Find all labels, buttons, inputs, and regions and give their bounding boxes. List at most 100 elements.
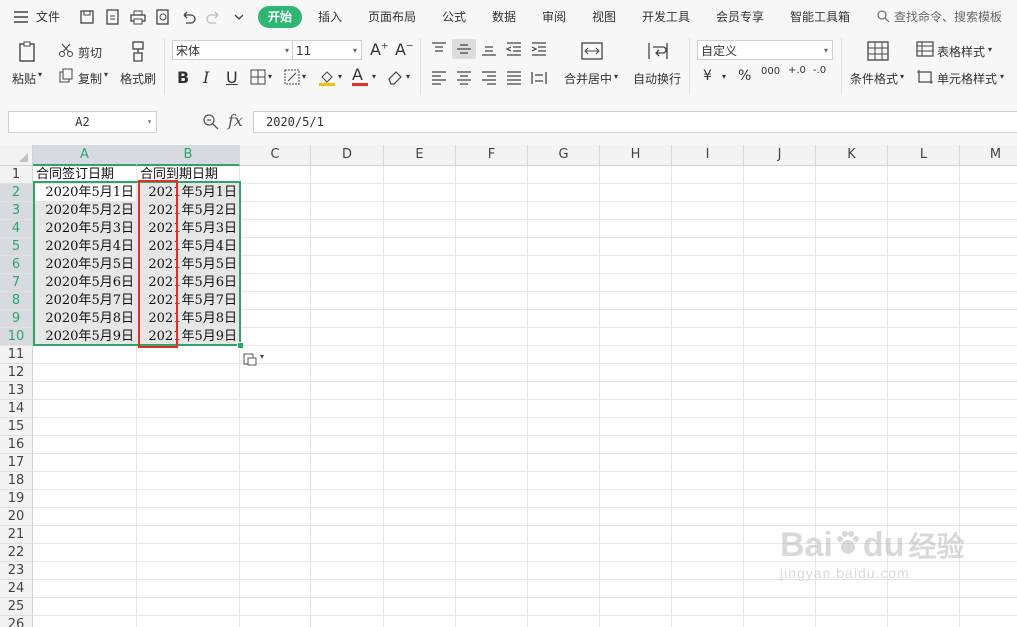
cell-h23[interactable] — [600, 562, 672, 580]
cell-f25[interactable] — [456, 598, 528, 616]
cell-c1[interactable] — [240, 166, 311, 184]
cell-l2[interactable] — [888, 184, 960, 202]
currency-button[interactable]: ¥ — [703, 68, 712, 84]
cell-g15[interactable] — [528, 418, 600, 436]
cell-c19[interactable] — [240, 490, 311, 508]
cell-g23[interactable] — [528, 562, 600, 580]
cell-f19[interactable] — [456, 490, 528, 508]
percent-button[interactable]: % — [738, 68, 751, 84]
cell-a16[interactable] — [33, 436, 137, 454]
cell-j2[interactable] — [744, 184, 816, 202]
cell-i5[interactable] — [672, 238, 744, 256]
cell-b13[interactable] — [137, 382, 240, 400]
cell-d11[interactable] — [311, 346, 384, 364]
table-style-button[interactable]: 表格样式 — [937, 43, 985, 60]
cell-l13[interactable] — [888, 382, 960, 400]
cell-g12[interactable] — [528, 364, 600, 382]
cell-i16[interactable] — [672, 436, 744, 454]
cell-e26[interactable] — [384, 616, 456, 627]
cell-m18[interactable] — [960, 472, 1017, 490]
cell-g18[interactable] — [528, 472, 600, 490]
cell-h18[interactable] — [600, 472, 672, 490]
cell-b5[interactable]: 2021年5月4日 — [137, 238, 240, 256]
cell-d20[interactable] — [311, 508, 384, 526]
row-header-7[interactable]: 7 — [0, 274, 33, 292]
cell-i4[interactable] — [672, 220, 744, 238]
cell-m17[interactable] — [960, 454, 1017, 472]
formula-input[interactable]: 2020/5/1 — [253, 111, 1017, 133]
cell-i9[interactable] — [672, 310, 744, 328]
row-header-17[interactable]: 17 — [0, 454, 33, 472]
tab-developer[interactable]: 开发工具 — [642, 8, 690, 25]
undo-icon[interactable] — [179, 8, 197, 26]
justify-icon[interactable] — [505, 70, 523, 86]
cell-e10[interactable] — [384, 328, 456, 346]
eraser-icon[interactable] — [386, 69, 404, 85]
cell-b6[interactable]: 2021年5月5日 — [137, 256, 240, 274]
conditional-format-button[interactable]: 条件格式 — [850, 70, 898, 87]
cell-a5[interactable]: 2020年5月4日 — [33, 238, 137, 256]
cell-g24[interactable] — [528, 580, 600, 598]
cell-c8[interactable] — [240, 292, 311, 310]
cell-g9[interactable] — [528, 310, 600, 328]
decrease-decimal-button[interactable]: -.0 — [813, 66, 826, 76]
cell-h17[interactable] — [600, 454, 672, 472]
fill-color-icon[interactable] — [318, 68, 336, 86]
cell-a19[interactable] — [33, 490, 137, 508]
cell-e20[interactable] — [384, 508, 456, 526]
tab-insert[interactable]: 插入 — [318, 8, 342, 25]
cell-a12[interactable] — [33, 364, 137, 382]
cell-a24[interactable] — [33, 580, 137, 598]
cell-i13[interactable] — [672, 382, 744, 400]
cell-l10[interactable] — [888, 328, 960, 346]
row-header-15[interactable]: 15 — [0, 418, 33, 436]
cell-g16[interactable] — [528, 436, 600, 454]
cell-a21[interactable] — [33, 526, 137, 544]
chevron-down-icon[interactable]: ▾ — [722, 72, 726, 81]
cell-k26[interactable] — [816, 616, 888, 627]
cell-l6[interactable] — [888, 256, 960, 274]
cell-b1[interactable]: 合同到期日期 — [137, 166, 240, 184]
cell-a20[interactable] — [33, 508, 137, 526]
name-box[interactable]: A2 ▾ — [8, 111, 157, 133]
cell-k7[interactable] — [816, 274, 888, 292]
cell-j9[interactable] — [744, 310, 816, 328]
cell-i10[interactable] — [672, 328, 744, 346]
row-header-25[interactable]: 25 — [0, 598, 33, 616]
cell-l18[interactable] — [888, 472, 960, 490]
cell-l26[interactable] — [888, 616, 960, 627]
column-header-c[interactable]: C — [240, 145, 311, 166]
cell-l11[interactable] — [888, 346, 960, 364]
cell-a3[interactable]: 2020年5月2日 — [33, 202, 137, 220]
cell-b23[interactable] — [137, 562, 240, 580]
tab-data[interactable]: 数据 — [492, 8, 516, 25]
cell-d2[interactable] — [311, 184, 384, 202]
underline-button[interactable]: U — [226, 68, 238, 87]
cell-e1[interactable] — [384, 166, 456, 184]
cell-g7[interactable] — [528, 274, 600, 292]
cell-a13[interactable] — [33, 382, 137, 400]
cell-c16[interactable] — [240, 436, 311, 454]
cell-c18[interactable] — [240, 472, 311, 490]
cell-d13[interactable] — [311, 382, 384, 400]
cell-d25[interactable] — [311, 598, 384, 616]
cell-h8[interactable] — [600, 292, 672, 310]
cell-a2[interactable]: 2020年5月1日 — [33, 184, 137, 202]
decrease-indent-icon[interactable] — [505, 41, 523, 57]
zoom-formula-icon[interactable] — [202, 113, 220, 131]
cell-h5[interactable] — [600, 238, 672, 256]
row-header-18[interactable]: 18 — [0, 472, 33, 490]
cell-a1[interactable]: 合同签订日期 — [33, 166, 137, 184]
align-right-icon[interactable] — [480, 70, 498, 86]
cell-l4[interactable] — [888, 220, 960, 238]
table-style-icon[interactable] — [916, 41, 934, 57]
cell-a11[interactable] — [33, 346, 137, 364]
paste-button[interactable]: 粘贴 — [12, 70, 36, 87]
column-header-d[interactable]: D — [311, 145, 384, 166]
cell-style-button[interactable]: 单元格样式 — [937, 70, 997, 87]
cell-m10[interactable] — [960, 328, 1017, 346]
cell-h10[interactable] — [600, 328, 672, 346]
cell-i6[interactable] — [672, 256, 744, 274]
cell-a17[interactable] — [33, 454, 137, 472]
cell-g11[interactable] — [528, 346, 600, 364]
